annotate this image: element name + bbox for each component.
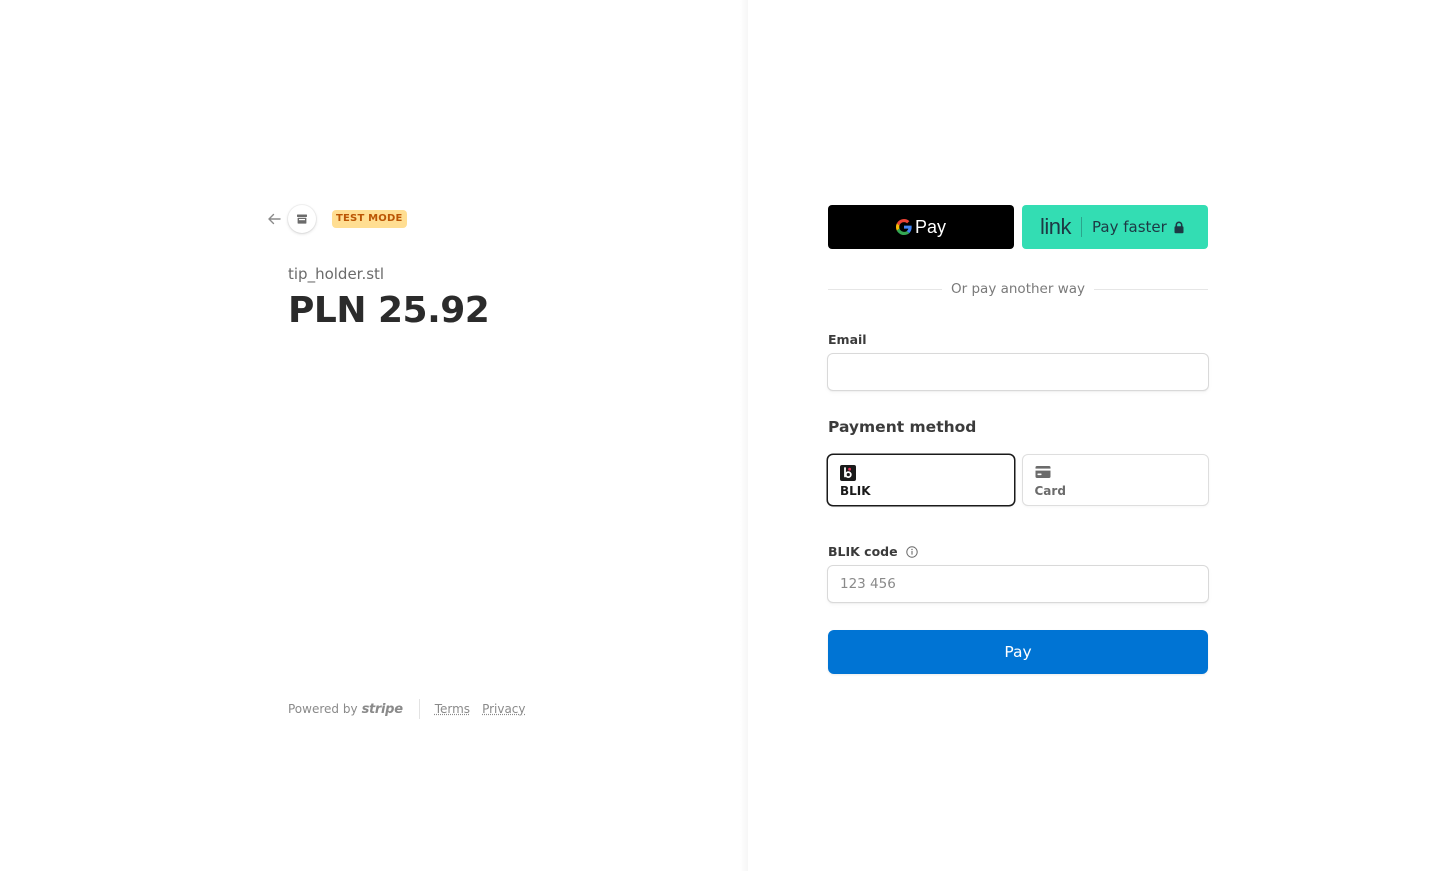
blik-code-input[interactable]: [827, 565, 1209, 603]
test-mode-badge: TEST MODE: [332, 210, 407, 228]
or-divider: Or pay another way: [828, 279, 1209, 299]
email-field[interactable]: [827, 353, 1209, 391]
powered-by-text: Powered by: [288, 702, 358, 716]
google-pay-button[interactable]: Pay: [828, 205, 1014, 249]
blik-code-label: BLIK code: [828, 544, 898, 559]
payment-panel: Pay link Pay faster Or pay another way E…: [748, 0, 1448, 871]
terms-link[interactable]: Terms: [435, 702, 470, 716]
footer: Powered by stripe Terms Privacy: [288, 698, 538, 720]
arrow-left-icon: [268, 213, 281, 225]
email-label: Email: [828, 332, 867, 347]
product-name: tip_holder.stl: [288, 265, 385, 283]
privacy-link[interactable]: Privacy: [482, 702, 525, 716]
order-summary-panel: TEST MODE tip_holder.stl PLN 25.92 Power…: [0, 0, 748, 871]
card-icon: [1035, 466, 1050, 478]
google-pay-label: Pay: [914, 216, 947, 237]
info-icon[interactable]: [905, 545, 918, 558]
link-separator: [1081, 217, 1083, 237]
link-pay-button[interactable]: link Pay faster: [1022, 205, 1208, 249]
payment-method-card[interactable]: Card: [1021, 454, 1209, 506]
express-checkout: Pay link Pay faster: [828, 205, 1208, 249]
total-price: PLN 25.92: [288, 290, 490, 331]
blik-code-label-row: BLIK code: [828, 544, 918, 559]
or-line-right: [1094, 288, 1209, 290]
store-icon: [297, 214, 307, 224]
blik-icon: [840, 465, 856, 481]
link-logo: link: [1040, 214, 1072, 239]
payment-method-blik[interactable]: BLIK: [827, 454, 1015, 506]
checkout-page: TEST MODE tip_holder.stl PLN 25.92 Power…: [0, 0, 1448, 871]
footer-divider: [418, 699, 420, 719]
payment-method-tabs: BLIK Card: [827, 454, 1209, 506]
stripe-logo: stripe: [361, 701, 403, 717]
lock-icon: [1173, 221, 1185, 234]
pay-button[interactable]: Pay: [828, 630, 1208, 674]
merchant-avatar: [288, 205, 316, 233]
or-divider-text: Or pay another way: [951, 281, 1085, 297]
google-g-icon: [895, 219, 912, 235]
or-line-left: [828, 288, 943, 290]
card-tab-label: Card: [1034, 484, 1066, 498]
powered-by-stripe[interactable]: Powered by stripe: [288, 702, 403, 717]
blik-tab-label: BLIK: [840, 484, 871, 498]
link-pay-label: Pay faster: [1092, 218, 1167, 236]
back-button[interactable]: [264, 209, 284, 229]
panel-divider: [740, 0, 748, 871]
merchant-header: TEST MODE: [264, 204, 407, 234]
payment-method-title: Payment method: [828, 418, 977, 436]
